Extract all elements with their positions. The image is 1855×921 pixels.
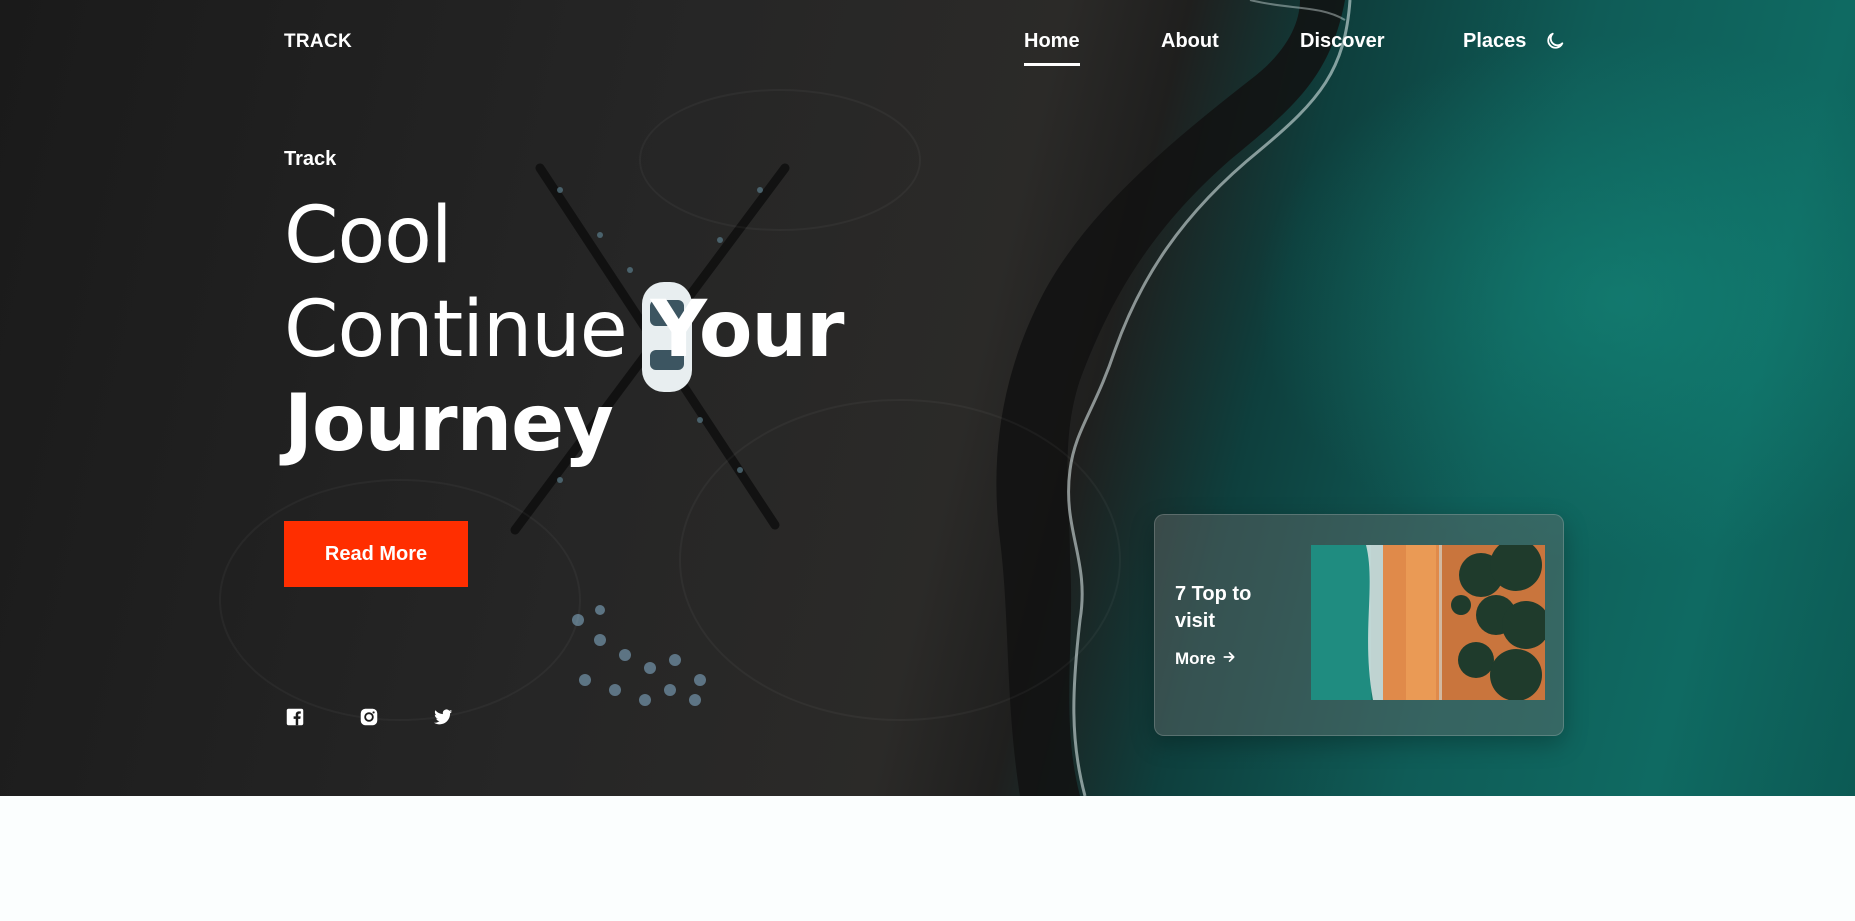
place-card-title: 7 Top to visit [1175,583,1252,632]
nav-link-discover[interactable]: Discover [1300,30,1385,63]
hero-section: TRACK Home About Discover Places Track C… [0,0,1855,796]
page-below-fold [0,796,1855,921]
nav-link-about[interactable]: About [1161,30,1219,63]
more-label: More [1175,649,1216,668]
twitter-icon[interactable] [432,706,454,728]
place-card[interactable]: 7 Top to visit More [1154,514,1564,736]
top-navbar: TRACK Home About Discover Places [284,25,1564,75]
social-links [284,706,454,728]
read-more-button[interactable]: Read More [284,521,468,587]
hero-background-image [219,0,1352,796]
hero-headline: Cool Continue Your Journey [284,189,845,471]
moon-icon[interactable] [1544,30,1568,54]
beach-thumbnail [1311,545,1545,700]
headline-line-1: Cool [284,191,453,281]
hero-subtitle: Track [284,148,337,170]
site-logo[interactable]: TRACK [284,31,352,53]
instagram-icon[interactable] [358,706,380,728]
arrow-right-icon [1222,649,1236,669]
headline-line-3: Journey [284,379,614,469]
facebook-icon[interactable] [284,706,306,728]
nav-link-home[interactable]: Home [1024,30,1080,66]
nav-link-places[interactable]: Places [1463,30,1526,63]
headline-line-2-light: Continue [284,285,651,375]
headline-line-2-bold: Your [650,285,845,375]
hero-text: Track Cool Continue Your Journey [284,148,845,471]
place-card-more-link[interactable]: More [1175,649,1236,669]
